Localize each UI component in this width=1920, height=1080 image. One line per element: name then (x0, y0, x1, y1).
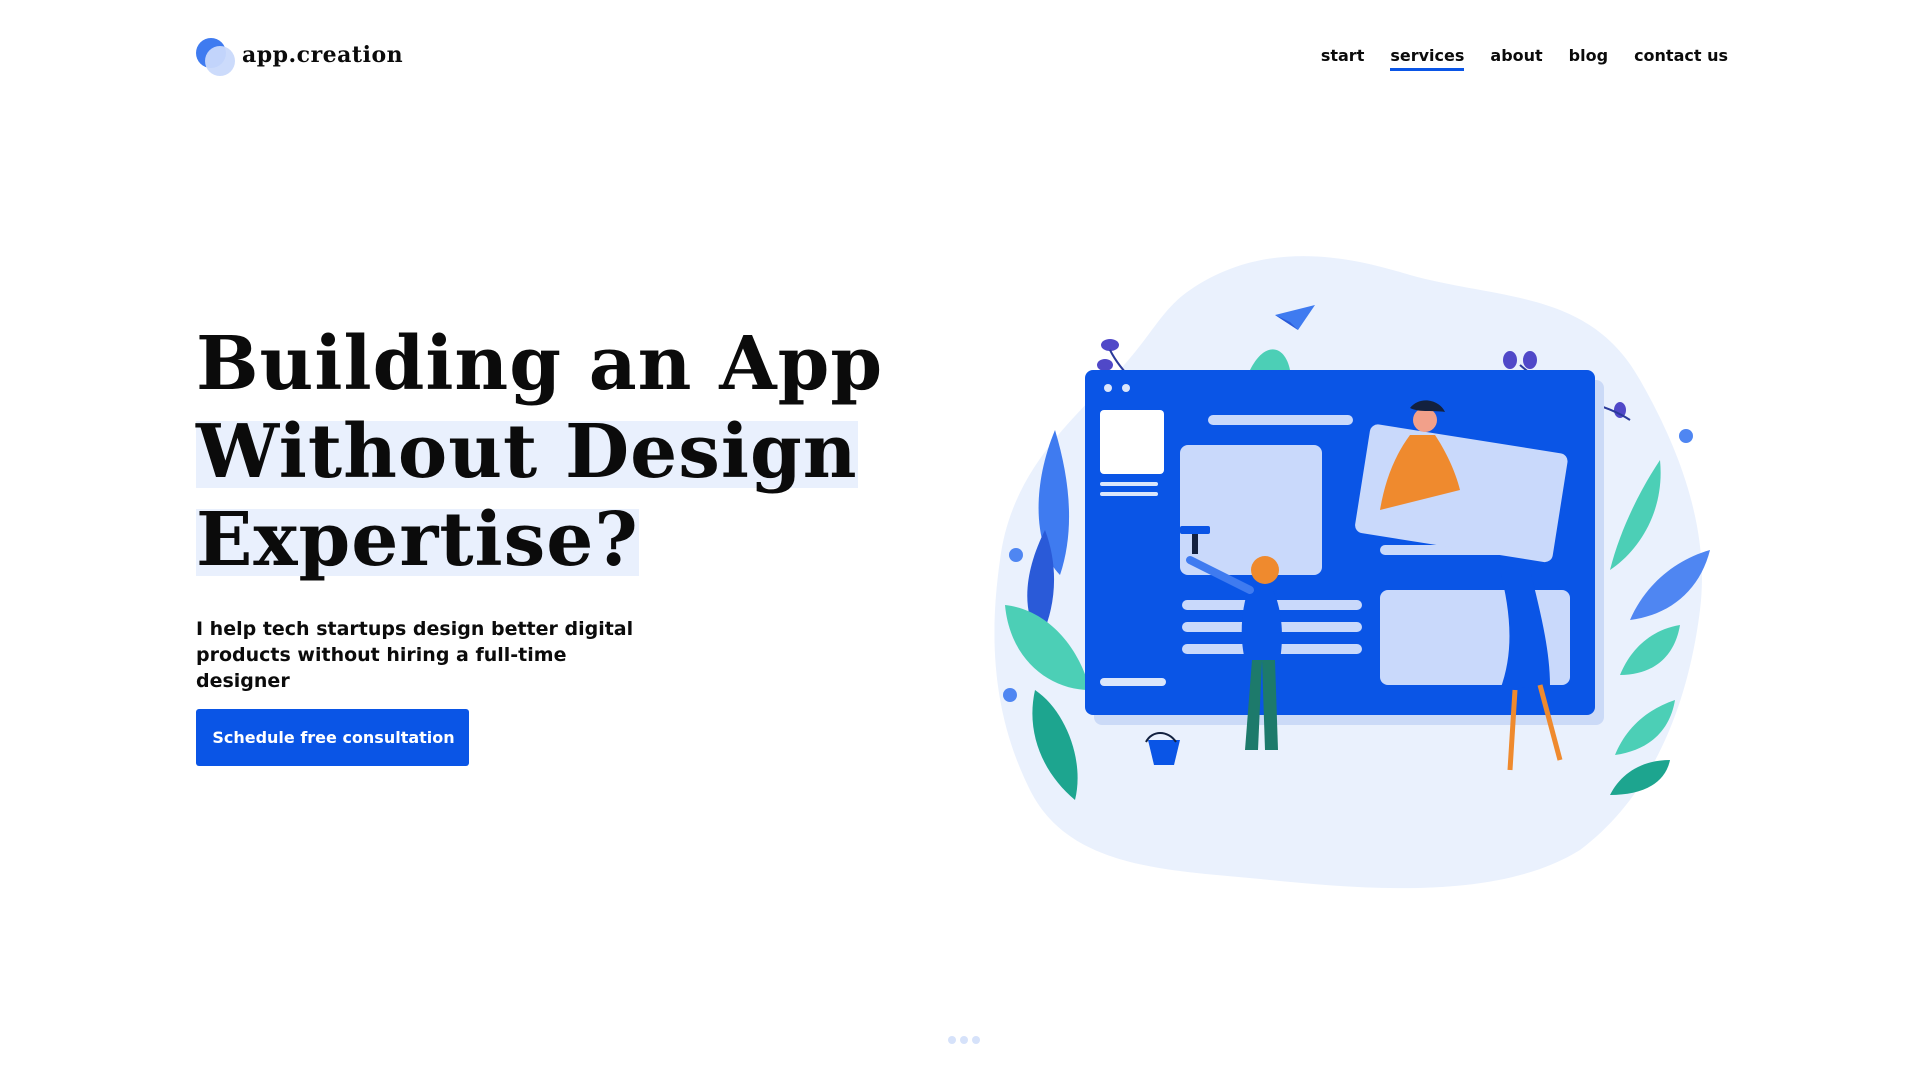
hero-title-line-3: Expertise? (196, 497, 639, 583)
brand-logo[interactable]: app.creation (196, 38, 403, 78)
overlapping-circles-logo-icon (196, 38, 236, 78)
main-nav: start services about blog contact us (1321, 46, 1728, 71)
scroll-dot (948, 1036, 956, 1044)
brand-name: app.creation (242, 42, 404, 68)
nav-services[interactable]: services (1390, 46, 1465, 71)
hero-title-line-1: Building an App (196, 321, 884, 407)
hero-subtitle-line-2: products without hiring a full-time desi… (196, 644, 567, 692)
hero-title-line-2: Without Design (196, 409, 858, 495)
nav-contact-us[interactable]: contact us (1634, 46, 1728, 69)
scroll-dot (972, 1036, 980, 1044)
hero-subtitle: I help tech startups design better digit… (196, 616, 656, 694)
schedule-consultation-button[interactable]: Schedule free consultation (196, 709, 469, 766)
scroll-dot (960, 1036, 968, 1044)
designers-building-website-illustration-icon (994, 256, 1710, 889)
nav-about[interactable]: about (1490, 46, 1542, 69)
scroll-indicator (948, 1036, 980, 1044)
landing-page: app.creation start services about blog c… (0, 0, 1920, 1080)
hero-title: Building an App Without Design Expertise… (196, 320, 883, 584)
hero-subtitle-line-1: I help tech startups design better digit… (196, 618, 634, 640)
nav-blog[interactable]: blog (1569, 46, 1608, 69)
nav-start[interactable]: start (1321, 46, 1365, 69)
